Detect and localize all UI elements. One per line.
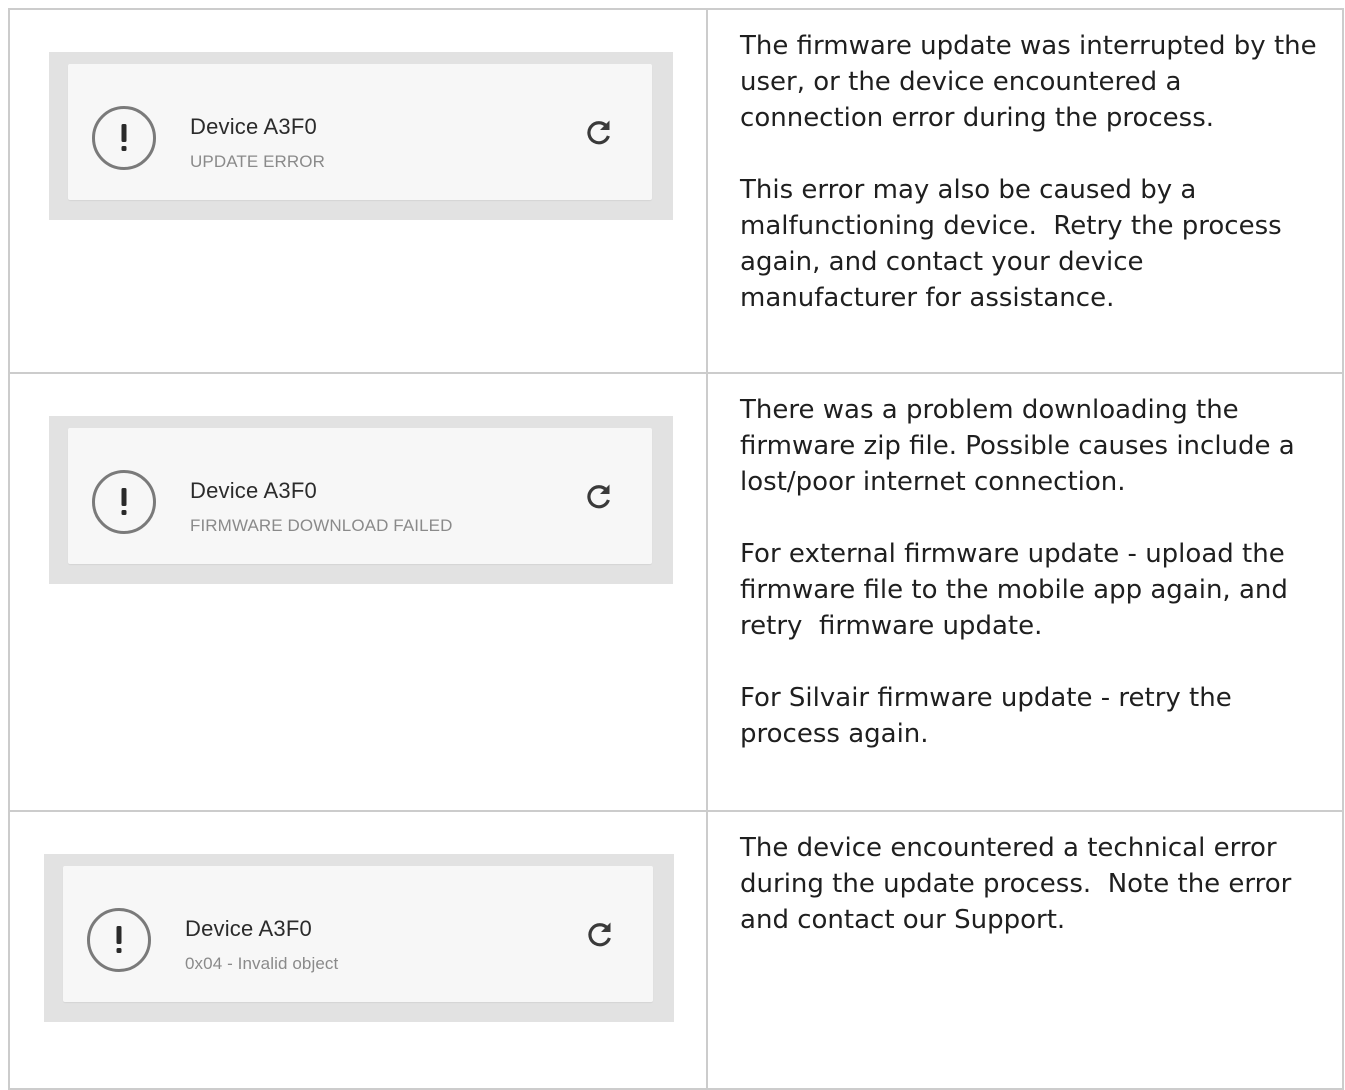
- description-paragraph: The device encountered a technical error…: [740, 833, 1300, 935]
- device-name: Device A3F0: [190, 114, 317, 139]
- description-paragraph: The firmware update was interrupted by t…: [740, 31, 1325, 133]
- device-card[interactable]: Device A3F0 UPDATE ERROR: [68, 64, 652, 200]
- description: The device encountered a technical error…: [708, 812, 1342, 938]
- retry-icon[interactable]: [582, 480, 616, 514]
- description-cell: The firmware update was interrupted by t…: [706, 8, 1344, 374]
- description-paragraph: For external firmware update - upload th…: [740, 539, 1297, 641]
- device-card[interactable]: Device A3F0 FIRMWARE DOWNLOAD FAILED: [68, 428, 652, 564]
- table-row: Device A3F0 UPDATE ERROR The firmware up…: [7, 8, 1344, 374]
- screenshot-cell: Device A3F0 UPDATE ERROR: [7, 8, 709, 374]
- screenshot-cell: Device A3F0 0x04 - Invalid object: [7, 810, 709, 1090]
- error-reference-table: Device A3F0 UPDATE ERROR The firmware up…: [7, 8, 1344, 1090]
- screenshot-frame: Device A3F0 FIRMWARE DOWNLOAD FAILED: [49, 416, 673, 584]
- retry-icon[interactable]: [583, 918, 617, 952]
- exclamation-circle-icon: [92, 470, 156, 534]
- retry-icon[interactable]: [582, 116, 616, 150]
- device-status: FIRMWARE DOWNLOAD FAILED: [190, 516, 453, 535]
- device-card[interactable]: Device A3F0 0x04 - Invalid object: [63, 866, 653, 1002]
- description-paragraph: There was a problem downloading the firm…: [740, 395, 1303, 497]
- device-status: UPDATE ERROR: [190, 152, 326, 171]
- table-row: Device A3F0 0x04 - Invalid object The de…: [7, 810, 1344, 1090]
- screenshot-cell: Device A3F0 FIRMWARE DOWNLOAD FAILED: [7, 372, 709, 812]
- description: The firmware update was interrupted by t…: [708, 10, 1342, 316]
- description-cell: The device encountered a technical error…: [706, 810, 1344, 1090]
- description-paragraph: For Silvair firmware update - retry the …: [740, 683, 1240, 749]
- device-status: 0x04 - Invalid object: [185, 954, 339, 973]
- description-cell: There was a problem downloading the firm…: [706, 372, 1344, 812]
- screenshot-frame: Device A3F0 0x04 - Invalid object: [44, 854, 674, 1022]
- device-name: Device A3F0: [190, 478, 317, 503]
- exclamation-circle-icon: [87, 908, 151, 972]
- device-name: Device A3F0: [185, 916, 312, 941]
- screenshot-frame: Device A3F0 UPDATE ERROR: [49, 52, 673, 220]
- description-paragraph: This error may also be caused by a malfu…: [740, 175, 1290, 313]
- table-row: Device A3F0 FIRMWARE DOWNLOAD FAILED The…: [7, 372, 1344, 812]
- exclamation-circle-icon: [92, 106, 156, 170]
- description: There was a problem downloading the firm…: [708, 374, 1342, 752]
